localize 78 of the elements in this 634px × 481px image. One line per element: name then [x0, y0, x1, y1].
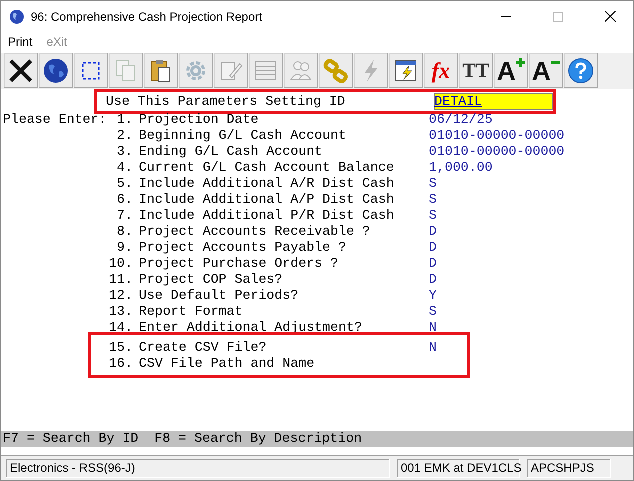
field-number: 11. — [108, 272, 133, 288]
field-number: 10. — [108, 256, 133, 272]
field-number: 12. — [108, 288, 133, 304]
toolbar-button[interactable] — [389, 53, 423, 88]
field-label: Include Additional P/R Dist Cash — [138, 208, 396, 224]
field-label: Project Purchase Orders ? — [138, 256, 340, 272]
field-label: Ending G/L Cash Account — [138, 144, 324, 160]
font-decrease-icon: A — [532, 58, 551, 84]
menu-item[interactable]: Print — [8, 34, 33, 48]
toolbar-button[interactable]: TT — [459, 53, 493, 88]
field-number: 15. — [108, 340, 133, 356]
font-icon: TT — [462, 60, 490, 80]
field-value[interactable]: D — [429, 240, 569, 256]
field-number: 2. — [116, 128, 133, 144]
field-value[interactable]: S — [429, 192, 569, 208]
field-label: Project COP Sales? — [138, 272, 284, 288]
toolbar-button[interactable] — [74, 53, 108, 88]
field-value[interactable]: Y — [429, 288, 569, 304]
field-number: 6. — [116, 192, 133, 208]
status-panel: Electronics - RSS(96-J) — [6, 458, 390, 478]
app-globe-icon — [9, 8, 25, 24]
field-number: 4. — [116, 160, 133, 176]
parameter-label: Use This Parameters Setting ID — [106, 94, 346, 110]
close-icon[interactable] — [604, 11, 616, 22]
field-value[interactable]: D — [429, 272, 569, 288]
field-value[interactable]: 06/12/25 — [429, 112, 569, 128]
field-number: 1. — [116, 112, 133, 128]
field-value[interactable]: D — [429, 256, 569, 272]
chain-icon — [323, 58, 349, 84]
field-label: Use Default Periods? — [138, 288, 300, 304]
field-label: CSV File Path and Name — [138, 356, 316, 372]
field-number: 9. — [116, 240, 133, 256]
field-number: 13. — [108, 304, 133, 320]
toolbar-button[interactable] — [564, 53, 598, 88]
field-label: Create CSV File? — [138, 340, 268, 356]
field-label: Beginning G/L Cash Account — [138, 128, 348, 144]
parameter-id-field[interactable]: DETAIL — [434, 93, 553, 110]
plus-icon — [516, 58, 525, 66]
prompt-label: Please Enter: — [3, 112, 105, 128]
field-value[interactable]: 01010-00000-00000 — [429, 128, 569, 144]
font-increase-icon: A — [497, 58, 516, 84]
toolbar-button[interactable]: A — [529, 53, 563, 88]
close-icon — [8, 58, 34, 84]
window-title: 96: Comprehensive Cash Projection Report — [31, 10, 264, 24]
field-label: Project Accounts Receivable ? — [138, 224, 372, 240]
field-value[interactable]: N — [429, 340, 569, 356]
toolbar-button[interactable] — [4, 53, 38, 88]
field-value[interactable]: 1,000.00 — [429, 160, 569, 176]
field-label: Project Accounts Payable ? — [138, 240, 348, 256]
status-panel: APCSHPJS — [527, 458, 611, 478]
field-value[interactable]: 01010-00000-00000 — [429, 144, 569, 160]
field-value[interactable]: S — [429, 304, 569, 320]
field-label: Enter Additional Adjustment? — [138, 320, 364, 336]
field-number: 14. — [108, 320, 133, 336]
field-number: 3. — [116, 144, 133, 160]
field-value[interactable]: S — [429, 176, 569, 192]
field-label: Current G/L Cash Account Balance — [138, 160, 396, 176]
field-number: 8. — [116, 224, 133, 240]
globe-icon — [43, 58, 69, 84]
function-icon: fx — [432, 60, 450, 82]
toolbar-button[interactable] — [144, 53, 178, 88]
toolbar-button[interactable]: fx — [424, 53, 458, 88]
field-number: 5. — [116, 176, 133, 192]
status-panel: 001 EMK at DEV1CLS — [397, 458, 520, 478]
field-value[interactable]: N — [429, 320, 569, 336]
help-icon — [568, 58, 594, 84]
field-number: 7. — [116, 208, 133, 224]
field-label: Report Format — [138, 304, 244, 320]
window-lightning-icon — [393, 58, 419, 84]
field-label: Projection Date — [138, 112, 260, 128]
field-number: 16. — [108, 356, 133, 372]
toolbar-button[interactable]: A — [494, 53, 528, 88]
field-value[interactable]: D — [429, 224, 569, 240]
field-label: Include Additional A/P Dist Cash — [138, 192, 396, 208]
function-key-hint: F7 = Search By ID F8 = Search By Description — [1, 431, 633, 447]
field-label: Include Additional A/R Dist Cash — [138, 176, 396, 192]
field-value[interactable]: S — [429, 208, 569, 224]
toolbar-button[interactable] — [39, 53, 73, 88]
